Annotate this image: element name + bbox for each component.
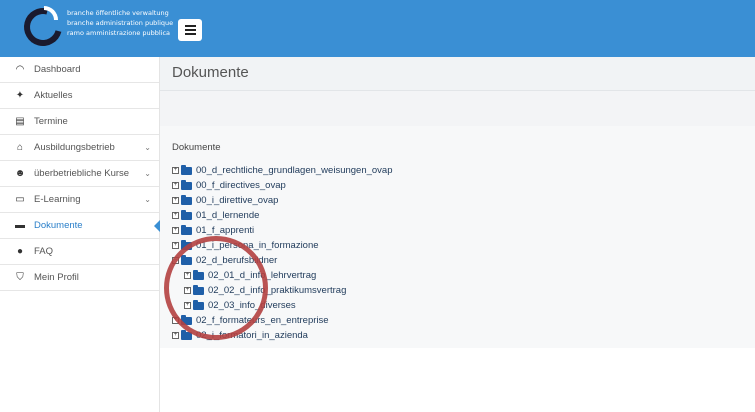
panel-title: Dokumente bbox=[172, 142, 221, 153]
folder-icon bbox=[181, 194, 192, 205]
tree-node-label: 00_d_rechtliche_grundlagen_weisungen_ova… bbox=[196, 165, 393, 176]
page-header: Dokumente bbox=[160, 57, 755, 91]
sidebar-item-label: E-Learning bbox=[34, 194, 81, 205]
bulb-icon: ● bbox=[16, 246, 24, 257]
sidebar-item-termine[interactable]: ▤ Termine bbox=[0, 109, 159, 135]
sidebar-item-faq[interactable]: ● FAQ bbox=[0, 239, 159, 265]
folder-icon bbox=[181, 179, 192, 190]
expand-icon[interactable]: + bbox=[172, 212, 179, 219]
sidebar-item-elearning[interactable]: ▭ E-Learning ⌄ bbox=[0, 187, 159, 213]
brand-line-3: ramo amministrazione pubblica bbox=[67, 29, 171, 37]
folder-icon bbox=[181, 164, 192, 175]
chevron-down-icon: ⌄ bbox=[144, 195, 151, 204]
brand-logo-arc-icon bbox=[44, 6, 58, 20]
monitor-icon: ▭ bbox=[15, 194, 25, 205]
expand-icon[interactable]: + bbox=[172, 167, 179, 174]
tree-node[interactable]: +00_f_directives_ovap bbox=[172, 178, 286, 193]
home-icon: ⌂ bbox=[16, 142, 24, 153]
chevron-down-icon: ⌄ bbox=[144, 143, 151, 152]
folder-icon bbox=[181, 224, 192, 235]
content-spacer bbox=[160, 91, 755, 126]
sidebar-item-label: Mein Profil bbox=[34, 272, 79, 283]
brand-text: branche öffentliche verwaltung branche a… bbox=[67, 8, 173, 38]
folder-icon: ▬ bbox=[15, 220, 25, 231]
menu-toggle-button[interactable] bbox=[178, 19, 202, 41]
sidebar-item-label: Dokumente bbox=[34, 220, 83, 231]
expand-icon[interactable]: + bbox=[172, 227, 179, 234]
sidebar-item-dashboard[interactable]: ◠ Dashboard bbox=[0, 57, 159, 83]
sidebar-item-kurse[interactable]: ☻ überbetriebliche Kurse ⌄ bbox=[0, 161, 159, 187]
tree-node-label: 00_f_directives_ovap bbox=[196, 180, 286, 191]
sidebar-item-label: Dashboard bbox=[34, 64, 81, 75]
pin-icon: ✦ bbox=[15, 90, 25, 101]
expand-icon[interactable]: + bbox=[172, 197, 179, 204]
sidebar-item-label: Termine bbox=[34, 116, 68, 127]
sidebar-item-label: Aktuelles bbox=[34, 90, 73, 101]
brand-line-2: branche administration publique bbox=[67, 19, 174, 27]
users-icon: ☻ bbox=[14, 168, 26, 179]
brand-logo-icon bbox=[17, 1, 69, 53]
sidebar-item-profil[interactable]: ⛉ Mein Profil bbox=[0, 265, 159, 291]
list-icon: ▤ bbox=[15, 116, 25, 127]
chevron-down-icon: ⌄ bbox=[144, 169, 151, 178]
folder-icon bbox=[181, 209, 192, 220]
tree-node[interactable]: +01_d_lernende bbox=[172, 208, 259, 223]
shield-icon: ⛉ bbox=[16, 272, 24, 283]
sidebar-item-label: überbetriebliche Kurse bbox=[34, 168, 130, 179]
sidebar-item-label: FAQ bbox=[34, 246, 54, 257]
sidebar-item-aktuelles[interactable]: ✦ Aktuelles bbox=[0, 83, 159, 109]
tree-node[interactable]: +00_d_rechtliche_grundlagen_weisungen_ov… bbox=[172, 163, 393, 178]
expand-icon[interactable]: + bbox=[172, 182, 179, 189]
brand-line-1: branche öffentliche verwaltung bbox=[67, 9, 169, 17]
hamburger-icon bbox=[184, 25, 196, 27]
expand-icon[interactable]: + bbox=[172, 242, 179, 249]
tree-node[interactable]: +00_i_direttive_ovap bbox=[172, 193, 278, 208]
expand-icon[interactable]: + bbox=[172, 332, 179, 339]
sidebar: ◠ Dashboard ✦ Aktuelles ▤ Termine ⌂ Ausb… bbox=[0, 57, 160, 412]
page-title: Dokumente bbox=[172, 64, 249, 81]
tree-node-label: 01_d_lernende bbox=[196, 210, 260, 221]
tree-node-label: 01_f_apprenti bbox=[196, 225, 255, 236]
tree-node-label: 00_i_direttive_ovap bbox=[196, 195, 279, 206]
sidebar-item-label: Ausbildungsbetrieb bbox=[34, 142, 115, 153]
annotation-circle bbox=[164, 236, 268, 340]
sidebar-item-dokumente[interactable]: ▬ Dokumente bbox=[0, 213, 160, 239]
sidebar-item-ausbildungsbetrieb[interactable]: ⌂ Ausbildungsbetrieb ⌄ bbox=[0, 135, 159, 161]
top-header: branche öffentliche verwaltung branche a… bbox=[0, 0, 755, 57]
gauge-icon: ◠ bbox=[15, 64, 25, 75]
